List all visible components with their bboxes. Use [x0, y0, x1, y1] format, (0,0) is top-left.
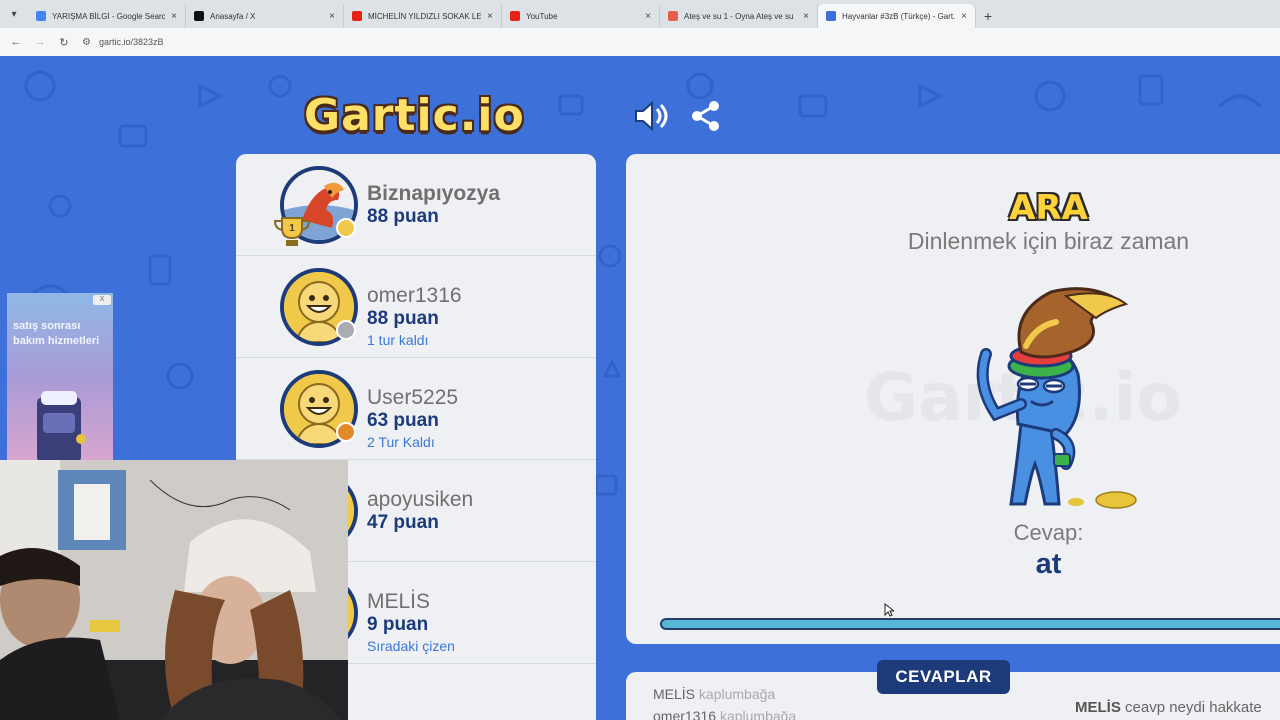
browser-tab-bar: ▾ YARIŞMA BİLGİ - Google Search × Anasayfa… [0, 0, 1280, 28]
share-icon[interactable] [688, 98, 724, 134]
browser-tab[interactable]: Hayvanlar #3zB (Türkçe) - Gart... × [818, 4, 976, 28]
answer-row-user: MELİS [653, 686, 696, 702]
player-status: 2 Tur Kaldı [367, 434, 435, 450]
trophy-icon: 1 [273, 217, 311, 246]
player-score: 88 puan [367, 206, 439, 227]
answer-label: Cevap: [1013, 520, 1084, 545]
player-score: 63 puan [367, 410, 439, 431]
gartic-icon [826, 11, 836, 21]
answer-row-user: omer1316 [653, 708, 717, 720]
answer-row: MELİS kaplumbağa [653, 686, 775, 702]
player-score: 9 puan [367, 614, 429, 635]
ad-close-button[interactable]: X [93, 295, 111, 305]
player-name[interactable]: MELİS [367, 590, 430, 614]
close-tab-icon[interactable]: × [645, 11, 651, 22]
browser-tab[interactable]: Ateş ve su 1 - Oyna Ateş ve su × [660, 4, 818, 28]
advertisement-banner[interactable]: X satış sonrası bakım hizmetleri [7, 293, 113, 463]
browser-tab[interactable]: MİCHELİN YILDIZLI SOKAK LEZ... × [344, 4, 502, 28]
browser-tab-title: Hayvanlar #3zB (Türkçe) - Gart... [842, 11, 956, 21]
player-row: 1 Biznapıyozya 88 puan [236, 154, 596, 256]
close-tab-icon[interactable]: × [329, 11, 335, 22]
youtube-icon [510, 11, 520, 21]
ad-product-image [37, 391, 86, 463]
close-tab-icon[interactable]: × [171, 11, 177, 22]
break-subtitle: Dinlenmek için biraz zaman [907, 228, 1190, 254]
player-name[interactable]: User5225 [367, 386, 458, 410]
player-row: User5225 63 puan 2 Tur Kaldı [236, 358, 596, 460]
player-status-dot [336, 218, 356, 238]
youtube-icon [352, 11, 362, 21]
trophy-rank: 1 [289, 223, 295, 234]
player-row: omer1316 88 puan 1 tur kaldı [236, 256, 596, 358]
break-title: ARA [1009, 188, 1088, 228]
address-bar: ← → ↻ ⚙ gartic.io/3823zB [0, 28, 1280, 56]
url-field[interactable]: ⚙ gartic.io/3823zB [82, 37, 164, 48]
game-canvas-card: Gartic.io ARA Dinlenmek için biraz zaman… [626, 154, 1280, 644]
browser-tab-title: YARIŞMA BİLGİ - Google Search [52, 11, 166, 21]
player-score: 88 puan [367, 308, 439, 329]
player-status-dot [336, 320, 356, 340]
browser-tab[interactable]: YARIŞMA BİLGİ - Google Search × [28, 4, 186, 28]
ad-text: satış sonrası bakım hizmetleri [13, 320, 100, 347]
game-icon [668, 11, 678, 21]
site-info-icon[interactable]: ⚙ [82, 37, 91, 48]
new-tab-button[interactable]: + [976, 4, 1000, 28]
url-text: gartic.io/3823zB [98, 37, 164, 47]
close-tab-icon[interactable]: × [803, 11, 809, 22]
player-score: 47 puan [367, 512, 439, 533]
answer-row: omer1316 kaplumbağa [653, 708, 796, 720]
answers-tab-button[interactable]: CEVAPLAR [877, 660, 1010, 694]
close-tab-icon[interactable]: × [487, 11, 493, 22]
player-name[interactable]: omer1316 [367, 284, 462, 308]
paintbrush-mascot-icon [976, 287, 1137, 509]
sound-muted-icon[interactable] [632, 98, 668, 134]
round-timer-bar [660, 618, 1280, 630]
browser-tab-title: YouTube [526, 11, 558, 21]
close-tab-icon[interactable]: × [961, 11, 967, 22]
player-status: 1 tur kaldı [367, 332, 429, 348]
tab-search-chevron-icon[interactable]: ▾ [0, 0, 28, 28]
browser-tab-title: MİCHELİN YILDIZLI SOKAK LEZ... [368, 11, 482, 21]
forward-button[interactable]: → [28, 30, 52, 54]
answer-row-word: kaplumbağa [719, 708, 797, 720]
chat-message: MELİS ceavp neydi hakkate [1075, 699, 1262, 716]
gartic-logo[interactable]: Gartic.io [304, 90, 525, 141]
mouse-cursor-icon [884, 603, 894, 617]
player-status-dot [336, 422, 356, 442]
x-icon [194, 11, 204, 21]
chat-user: MELİS [1075, 699, 1121, 716]
chat-text: ceavp neydi hakkate [1125, 699, 1262, 716]
tab-strip: YARIŞMA BİLGİ - Google Search × Anasayfa /… [28, 0, 976, 28]
browser-tab-title: Ateş ve su 1 - Oyna Ateş ve su [684, 11, 794, 21]
browser-tab[interactable]: Anasayfa / X × [186, 4, 344, 28]
round-timer-fill [662, 620, 1280, 628]
google-icon [36, 11, 46, 21]
browser-tab[interactable]: YouTube × [502, 4, 660, 28]
answer-value: at [1035, 548, 1062, 580]
player-name[interactable]: Biznapıyozya [367, 182, 500, 206]
player-status: Sıradaki çizen [367, 638, 455, 654]
browser-tab-title: Anasayfa / X [210, 11, 256, 21]
webcam-video-overlay [0, 460, 348, 720]
player-name[interactable]: apoyusiken [367, 488, 473, 512]
reload-button[interactable]: ↻ [52, 30, 76, 54]
back-button[interactable]: ← [4, 30, 28, 54]
answer-row-word: kaplumbağa [698, 686, 776, 702]
